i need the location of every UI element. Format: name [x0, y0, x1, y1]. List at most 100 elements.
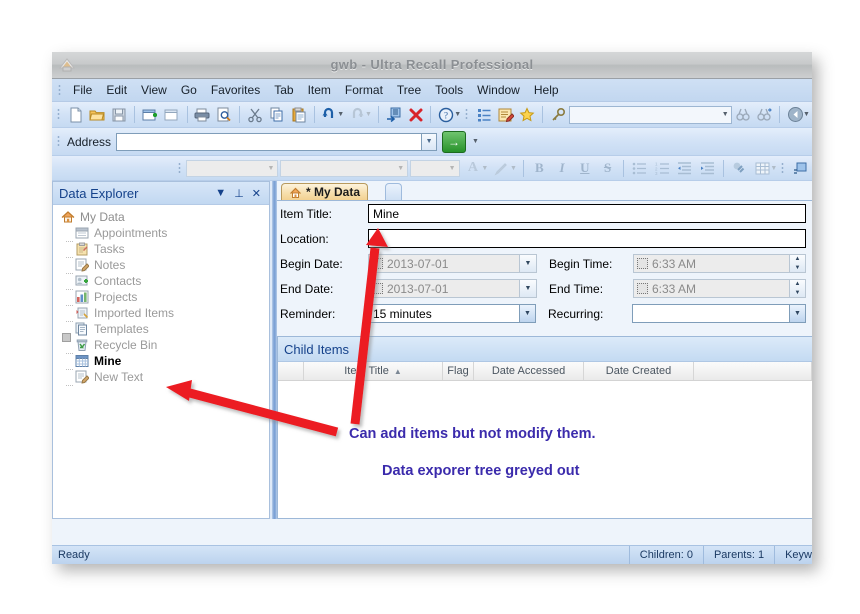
- search-input[interactable]: ▼: [569, 105, 732, 124]
- redo-dropdown-arrow[interactable]: ▼: [365, 111, 372, 118]
- menu-item[interactable]: Item: [301, 81, 338, 99]
- tree-item-my-data[interactable]: My Data: [59, 209, 269, 225]
- italic-button[interactable]: I: [551, 157, 574, 180]
- print-preview-icon[interactable]: [213, 103, 235, 126]
- close-icon[interactable]: ✕: [248, 187, 269, 200]
- begin-date-checkbox[interactable]: [372, 258, 383, 269]
- toolbar-overflow-arrow[interactable]: ▼: [454, 111, 461, 118]
- reminder-combo[interactable]: 15 minutes: [368, 304, 520, 323]
- undo-dropdown-arrow[interactable]: ▼: [337, 111, 344, 118]
- toolbar-grip[interactable]: [57, 108, 60, 121]
- print-icon[interactable]: [192, 103, 214, 126]
- search-dropdown-arrow[interactable]: ▼: [722, 111, 729, 118]
- open-folder-icon[interactable]: [87, 103, 109, 126]
- column-header-extra[interactable]: [694, 362, 812, 380]
- menu-edit[interactable]: Edit: [99, 81, 134, 99]
- tree-item-imported-items[interactable]: Imported Items: [59, 305, 269, 322]
- font-size-combo[interactable]: ▼: [410, 159, 460, 177]
- address-go-button[interactable]: →: [442, 130, 467, 153]
- find-next-icon[interactable]: [753, 103, 775, 126]
- tree-item-projects[interactable]: Projects: [59, 289, 269, 306]
- begin-time-spinner[interactable]: ▲ ▼: [790, 254, 806, 273]
- address-dropdown-arrow[interactable]: ▼: [422, 132, 438, 151]
- tab-my-data[interactable]: * My Data: [281, 183, 369, 200]
- format-grip[interactable]: [177, 161, 181, 175]
- begin-time-checkbox[interactable]: [637, 258, 648, 269]
- begin-date-dropdown-arrow[interactable]: ▼: [520, 254, 537, 273]
- menu-view[interactable]: View: [134, 81, 174, 99]
- paragraph-style-combo[interactable]: ▼: [185, 159, 279, 177]
- paste-icon[interactable]: [288, 103, 310, 126]
- end-date-checkbox[interactable]: [372, 283, 383, 294]
- begin-time-field[interactable]: 6:33 AM: [633, 254, 790, 273]
- find-prev-icon[interactable]: [732, 103, 754, 126]
- menu-file[interactable]: File: [66, 81, 99, 99]
- end-time-checkbox[interactable]: [637, 283, 648, 294]
- decrease-indent-icon[interactable]: [673, 157, 696, 180]
- bold-button[interactable]: B: [528, 157, 551, 180]
- reminder-dropdown-arrow[interactable]: ▼: [520, 304, 536, 323]
- pin-icon[interactable]: ⊥: [230, 187, 248, 200]
- increase-indent-icon[interactable]: [696, 157, 719, 180]
- tree-item-tasks[interactable]: Tasks: [59, 241, 269, 258]
- menu-tree[interactable]: Tree: [390, 81, 428, 99]
- end-time-spinner[interactable]: ▲ ▼: [790, 279, 806, 298]
- tree-item-contacts[interactable]: Contacts: [59, 273, 269, 290]
- back-dropdown-arrow[interactable]: ▼: [803, 111, 810, 118]
- favorite-star-icon[interactable]: [516, 103, 538, 126]
- extra-toolbar-icon[interactable]: [789, 157, 812, 180]
- recurring-combo[interactable]: [632, 304, 790, 323]
- outline-list-icon[interactable]: [473, 103, 495, 126]
- toolbar-grip-2[interactable]: [465, 108, 468, 121]
- format-grip-2[interactable]: [781, 161, 785, 175]
- new-child-item-icon[interactable]: [161, 103, 183, 126]
- end-date-dropdown-arrow[interactable]: ▼: [520, 279, 537, 298]
- tab-new[interactable]: [385, 183, 402, 200]
- begin-date-field[interactable]: 2013-07-01: [368, 254, 520, 273]
- copy-icon[interactable]: [266, 103, 288, 126]
- search-key-icon[interactable]: [547, 103, 569, 126]
- new-document-icon[interactable]: [65, 103, 87, 126]
- numbered-list-icon[interactable]: 123: [651, 157, 674, 180]
- menu-window[interactable]: Window: [470, 81, 527, 99]
- tree-item-templates[interactable]: Templates: [59, 321, 269, 342]
- menu-grip[interactable]: [58, 83, 61, 97]
- arrange-icon[interactable]: [383, 103, 405, 126]
- font-family-combo[interactable]: ▼: [280, 159, 409, 177]
- menu-help[interactable]: Help: [527, 81, 566, 99]
- item-title-input[interactable]: Mine: [368, 204, 806, 223]
- menu-favorites[interactable]: Favorites: [204, 81, 267, 99]
- save-icon[interactable]: [108, 103, 130, 126]
- column-header-date-created[interactable]: Date Created: [584, 362, 694, 380]
- address-input[interactable]: [116, 132, 423, 151]
- menu-tools[interactable]: Tools: [428, 81, 470, 99]
- recurring-dropdown-arrow[interactable]: ▼: [790, 304, 806, 323]
- tree-item-appointments[interactable]: Appointments: [59, 225, 269, 242]
- menu-format[interactable]: Format: [338, 81, 390, 99]
- font-color-dropdown-arrow[interactable]: ▼: [481, 165, 488, 172]
- delete-x-icon[interactable]: [405, 103, 427, 126]
- menu-go[interactable]: Go: [174, 81, 204, 99]
- column-header-date-accessed[interactable]: Date Accessed: [474, 362, 584, 380]
- tree-item-recycle-bin[interactable]: Recycle Bin: [59, 337, 269, 354]
- address-grip[interactable]: [57, 135, 60, 148]
- format-overflow-arrow[interactable]: ▼: [770, 165, 777, 172]
- column-header-icon[interactable]: [278, 362, 304, 380]
- data-explorer-tree[interactable]: My Data Appointments Tasks Notes Contacts Pro…: [53, 205, 269, 386]
- end-time-field[interactable]: 6:33 AM: [633, 279, 790, 298]
- column-header-flag[interactable]: Flag: [443, 362, 474, 380]
- tree-item-mine[interactable]: Mine: [59, 353, 269, 370]
- column-header-item-title[interactable]: Item Title ▲: [304, 362, 443, 380]
- bullet-list-icon[interactable]: [628, 157, 651, 180]
- edit-note-icon[interactable]: [495, 103, 517, 126]
- cut-scissors-icon[interactable]: [244, 103, 266, 126]
- new-item-icon[interactable]: [139, 103, 161, 126]
- strikethrough-button[interactable]: S: [596, 157, 619, 180]
- end-date-field[interactable]: 2013-07-01: [368, 279, 520, 298]
- underline-button[interactable]: U: [573, 157, 596, 180]
- tree-item-notes[interactable]: Notes: [59, 257, 269, 274]
- tree-item-new-text[interactable]: New Text: [59, 369, 269, 386]
- chevron-down-icon[interactable]: ▼: [211, 187, 230, 199]
- hyperlink-icon[interactable]: [728, 157, 751, 180]
- address-overflow-arrow[interactable]: ▼: [472, 138, 479, 145]
